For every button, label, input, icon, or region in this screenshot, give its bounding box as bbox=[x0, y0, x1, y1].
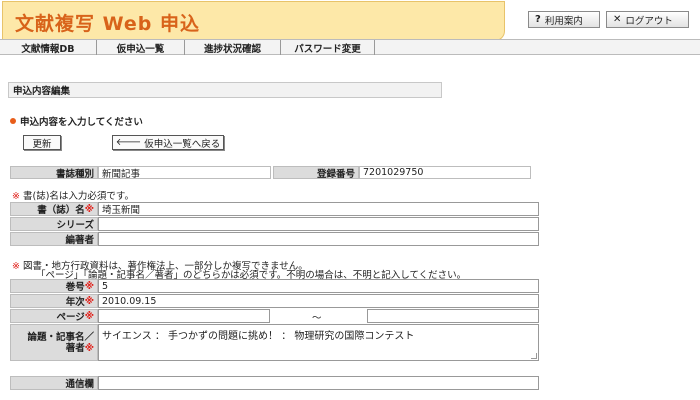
menu-bar: 文献情報DB 仮申込一覧 進捗状況確認 パスワード変更 bbox=[0, 39, 700, 55]
instruction: 申込内容を入力してください bbox=[10, 114, 143, 128]
arrow-left-icon: 🡐 bbox=[115, 137, 142, 148]
volume-label: 巻号 ※ bbox=[10, 279, 98, 293]
editor-label: 編著者 bbox=[10, 232, 98, 246]
menu-item-bunken-db[interactable]: 文献情報DB bbox=[0, 40, 97, 55]
comm-input[interactable] bbox=[98, 376, 539, 390]
back-to-list-button[interactable]: 🡐 仮申込一覧へ戻る bbox=[112, 135, 224, 150]
series-input[interactable] bbox=[98, 217, 539, 231]
comm-label: 通信欄 bbox=[10, 376, 98, 390]
logout-label: ログアウト bbox=[625, 15, 673, 27]
doc-type-value: 新聞記事 bbox=[98, 166, 271, 180]
note-required-title: ※ 書(誌)名は入力必須です。 bbox=[12, 191, 134, 202]
doc-type-label: 書誌種別 bbox=[10, 166, 98, 180]
menu-item-kari-list[interactable]: 仮申込一覧 bbox=[97, 40, 185, 55]
reg-no-label: 登録番号 bbox=[273, 166, 359, 180]
logout-button[interactable]: ✕ ログアウト bbox=[606, 11, 689, 28]
title-label: 書（誌）名 ※ bbox=[10, 202, 98, 216]
editor-input[interactable] bbox=[98, 232, 539, 246]
article-label: 論題・記事名／ 著者※ bbox=[10, 324, 98, 361]
help-button[interactable]: ? 利用案内 bbox=[528, 11, 600, 28]
title-input[interactable]: 埼玉新聞 bbox=[98, 202, 539, 216]
close-icon: ✕ bbox=[613, 14, 622, 25]
page-to-input[interactable] bbox=[367, 309, 539, 323]
article-textarea[interactable]: サイエンス ： 手つかずの問題に挑め！ ： 物理研究の国際コンテスト bbox=[98, 324, 539, 361]
year-input[interactable]: 2010.09.15 bbox=[98, 294, 539, 308]
menu-item-password[interactable]: パスワード変更 bbox=[281, 40, 375, 55]
page-label: ページ ※ bbox=[10, 309, 98, 323]
series-label: シリーズ bbox=[10, 217, 98, 231]
menu-item-progress[interactable]: 進捗状況確認 bbox=[185, 40, 281, 55]
section-title: 申込内容編集 bbox=[8, 82, 442, 98]
header-banner: 文献複写 Web 申込 bbox=[2, 1, 505, 41]
help-label: 利用案内 bbox=[544, 15, 583, 27]
back-label: 仮申込一覧へ戻る bbox=[144, 138, 221, 150]
resize-grip-icon[interactable] bbox=[531, 353, 537, 359]
question-icon: ? bbox=[535, 14, 541, 25]
update-button[interactable]: 更新 bbox=[23, 135, 61, 150]
instruction-text: 申込内容を入力してください bbox=[20, 117, 143, 128]
app-title: 文献複写 Web 申込 bbox=[15, 13, 200, 35]
year-label: 年次 ※ bbox=[10, 294, 98, 308]
reg-no-value: 7201029750 bbox=[359, 166, 531, 179]
page-range-separator: ～ bbox=[312, 313, 322, 324]
volume-input[interactable]: 5 bbox=[98, 279, 539, 293]
bullet-icon bbox=[10, 118, 16, 124]
page-from-input[interactable] bbox=[98, 309, 270, 323]
article-value: サイエンス ： 手つかずの問題に挑め！ ： 物理研究の国際コンテスト bbox=[102, 331, 415, 342]
